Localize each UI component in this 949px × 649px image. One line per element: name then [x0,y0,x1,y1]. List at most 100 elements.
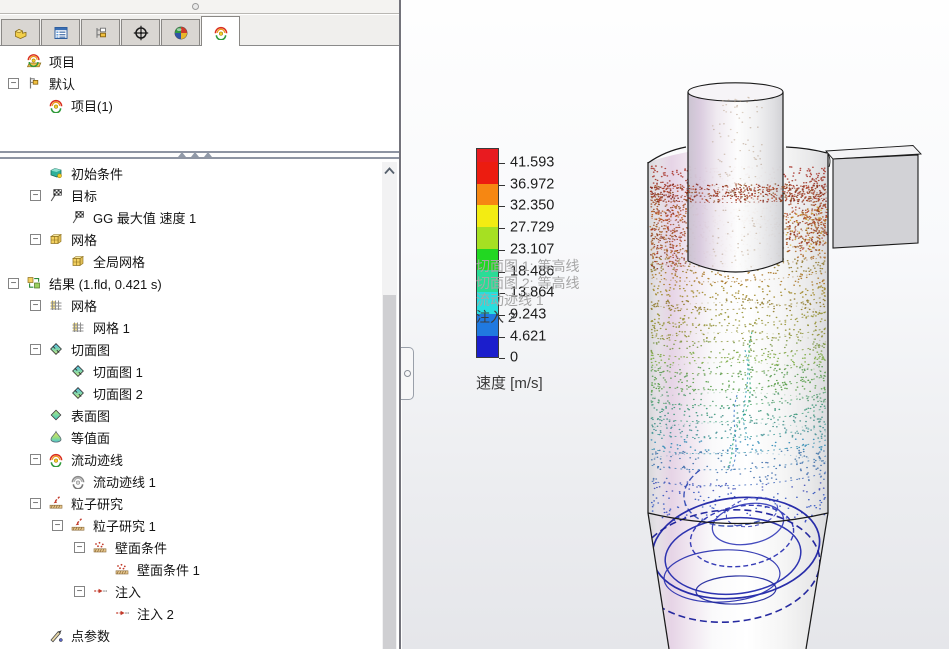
inlet-duct [826,146,921,249]
tree-expander[interactable]: − [52,520,70,531]
tab-configuration-manager[interactable] [81,19,120,45]
tree-item[interactable]: 切面图 1 [0,360,383,382]
tree-item[interactable]: − 网格 [0,294,383,316]
legend-title: 速度 [m/s] [476,372,543,393]
result-mesh-icon [70,319,89,335]
tree-item[interactable]: GG 最大值 速度 1 [0,206,383,228]
tree-item-label: 注入 [111,582,141,601]
cut-plot-icon [70,385,89,401]
legend-tick [499,250,505,251]
mesh-icon [48,231,67,247]
tree-item[interactable]: 等值面 [0,426,383,448]
tree-item[interactable]: 项目 [0,50,383,72]
tab-display-manager[interactable] [161,19,200,45]
cut-plot-icon [70,363,89,379]
tree-item[interactable]: 点参数 [0,624,383,646]
legend-tick-label: 0 [510,350,518,366]
plot-annotations: 切面图 1: 等高线切面图 2: 等高线流动迹线 1注入 2 [476,258,579,326]
tab-feature-manager[interactable] [41,19,80,45]
tree-item[interactable]: 切面图 2 [0,382,383,404]
result-mesh-icon [48,297,67,313]
tree-item-label: 结果 (1.fld, 0.421 s) [45,274,162,293]
tree-expander[interactable]: − [8,278,26,289]
legend-tick-label: 27.729 [510,220,554,236]
flow-trajectory-item-icon [70,473,89,489]
legend-segment [477,336,498,358]
part-icon [13,25,29,41]
tree-item-label: 目标 [67,186,97,205]
tree-item[interactable]: − 壁面条件 [0,536,383,558]
vortex-finder-pipe [688,83,783,272]
tree-item[interactable]: − 粒子研究 [0,492,383,514]
flow-project-icon [48,97,67,113]
tree-item[interactable]: − 粒子研究 1 [0,514,383,536]
tree-item[interactable]: 壁面条件 1 [0,558,383,580]
tree-expander[interactable]: − [30,344,48,355]
wall-condition-icon [92,539,111,555]
annotation-line: 切面图 2: 等高线 [476,275,579,292]
graphics-viewport[interactable]: 41.59336.97232.35027.72923.10718.48613.8… [402,0,949,649]
tree-item[interactable]: − 注入 [0,580,383,602]
tree-item-label: 网格 1 [89,318,130,337]
flow-simulation-icon [213,24,229,40]
tree-scrollbar[interactable] [382,162,397,649]
legend-tick-label: 41.593 [510,155,554,171]
tree-expander[interactable]: − [30,300,48,311]
analysis-tree: 初始条件 − 目标 GG 最大值 速度 1 − 网格 全局网格 − 结果 (1.… [0,162,383,646]
tree-expander[interactable]: − [30,234,48,245]
goal-flag-icon [70,209,89,225]
injection-icon [114,605,133,621]
tree-item[interactable]: 注入 2 [0,602,383,624]
particle-study-icon [70,517,89,533]
legend-segment [477,149,498,162]
tree-item-label: 默认 [45,74,75,93]
tree-expander[interactable]: − [30,454,48,465]
panel-top-strip [0,0,399,14]
tree-item[interactable]: 网格 1 [0,316,383,338]
tree-item-label: 粒子研究 [67,494,123,513]
legend-tick-label: 4.621 [510,328,546,344]
legend-tick [499,206,505,207]
tree-item-label: 等值面 [67,428,110,447]
tree-item[interactable]: − 默认 [0,72,383,94]
tree-item[interactable]: − 切面图 [0,338,383,360]
feature-tree-panel: 项目 − 默认 项目(1) 初始条件 − 目标 GG 最大值 速度 1 − 网格… [0,0,401,649]
tree-item[interactable]: 初始条件 [0,162,383,184]
legend-tick-label: 32.350 [510,198,554,214]
tree-item[interactable]: 流动迹线 1 [0,470,383,492]
tab-flow-simulation[interactable] [201,16,240,46]
tree-item-label: 壁面条件 [111,538,167,557]
solidworks-flow-simulation-window: { "tabs": [ {"icon": "part-icon", "activ… [0,0,949,649]
panel-collapse-dot[interactable] [192,3,199,10]
project-tree: 项目 − 默认 项目(1) [0,50,383,116]
tab-part[interactable] [1,19,40,45]
tree-item[interactable]: 表面图 [0,404,383,426]
tree-item[interactable]: − 流动迹线 [0,448,383,470]
tree-item[interactable]: − 目标 [0,184,383,206]
scrollbar-thumb[interactable] [383,295,396,649]
surface-plot-icon [48,407,67,423]
tree-item-label: 壁面条件 1 [133,560,200,579]
tree-expander[interactable]: − [30,190,48,201]
project-root-icon [26,53,45,69]
tree-item-label: 切面图 1 [89,362,143,381]
legend-segment [477,162,498,184]
tree-expander[interactable]: − [74,586,92,597]
tab-dimxpert[interactable] [121,19,160,45]
tree-expander[interactable]: − [74,542,92,553]
tree-item[interactable]: 全局网格 [0,250,383,272]
tree-item[interactable]: − 网格 [0,228,383,250]
isosurface-icon [48,429,67,445]
scroll-up-icon[interactable] [382,162,397,180]
particle-study-icon [48,495,67,511]
tree-item[interactable]: − 结果 (1.fld, 0.421 s) [0,272,383,294]
tree-expander[interactable]: − [30,498,48,509]
splitter-handle-dot [404,370,411,377]
tree-item[interactable]: 项目(1) [0,94,383,116]
tree-expander[interactable]: − [8,78,26,89]
tree-item-label: 流动迹线 [67,450,123,469]
tree-splitter[interactable] [0,151,399,159]
legend-tick [499,337,505,338]
legend-colorbar[interactable] [476,148,499,358]
panel-splitter-handle[interactable] [401,347,414,400]
